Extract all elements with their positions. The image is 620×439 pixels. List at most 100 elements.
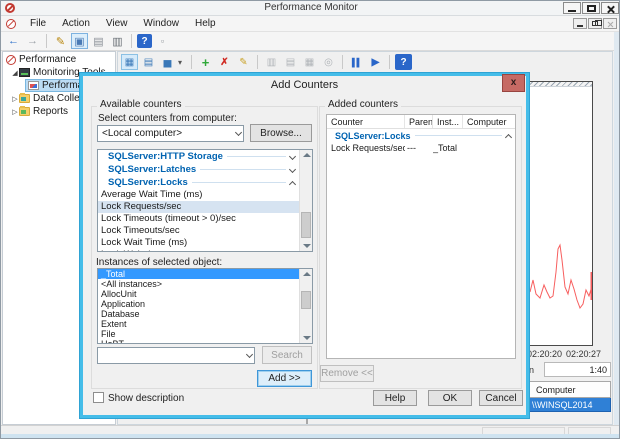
view-current-activity-icon[interactable]: ▦ (121, 54, 138, 70)
dropdown-arrow-icon[interactable]: ▾ (178, 58, 186, 67)
collapsed-triangle-icon[interactable]: ▷ (11, 108, 19, 116)
counter-group-label: SQLServer:Latches (108, 164, 197, 175)
toolbar-separator (131, 34, 132, 48)
toolbar-separator (46, 34, 47, 48)
search-button[interactable]: Search (262, 346, 312, 364)
legend-computer-header[interactable]: Computer (527, 381, 611, 398)
scrollbar-thumb[interactable] (301, 212, 311, 238)
update-data-icon[interactable]: ▶ (367, 54, 384, 70)
scroll-down-icon[interactable] (303, 336, 311, 340)
instance-item[interactable]: HoBT (98, 339, 299, 343)
add-button[interactable]: Add >> (257, 370, 312, 387)
counter-item[interactable]: Average Wait Time (ms) (98, 189, 299, 201)
available-counters-label: Available counters (97, 99, 185, 110)
menu-help[interactable]: Help (187, 16, 224, 31)
counter-item[interactable]: Lock Wait Time (ms) (98, 237, 299, 249)
perfmon-node-icon (6, 54, 16, 65)
tree-item-reports[interactable]: Reports (33, 106, 68, 117)
scroll-up-icon[interactable] (303, 153, 311, 157)
zoom-icon[interactable]: ◎ (320, 54, 337, 70)
change-graph-type-icon[interactable]: ▅ (159, 54, 176, 70)
instances-listbox[interactable]: _Total <All instances> AllocUnit Applica… (97, 268, 313, 344)
maximize-button[interactable] (582, 2, 600, 14)
counter-group-row[interactable]: SQLServer:HTTP Storage (98, 150, 299, 163)
view-log-data-icon[interactable]: ▤ (140, 54, 157, 70)
instance-item[interactable]: <All instances> (98, 279, 299, 289)
export-icon[interactable]: ✎ (52, 33, 69, 49)
column-counter[interactable]: Counter (327, 115, 405, 128)
help-button[interactable]: Help (373, 390, 417, 406)
counters-scrollbar[interactable] (299, 150, 312, 251)
show-console-tree-icon[interactable]: ▣ (71, 33, 88, 49)
tree-item-performance[interactable]: Performance (19, 54, 76, 65)
counter-line (529, 243, 594, 310)
scroll-up-icon[interactable] (303, 272, 311, 276)
column-instance[interactable]: Inst... (433, 115, 463, 128)
close-button[interactable] (601, 2, 619, 14)
freeze-display-icon[interactable]: ▌▌ (348, 54, 365, 70)
select-computer-label: Select counters from computer: (98, 113, 237, 124)
added-counter-row[interactable]: Lock Requests/sec --- _Total (327, 142, 515, 155)
menu-action[interactable]: Action (54, 16, 98, 31)
instance-item[interactable]: Database (98, 309, 299, 319)
added-group-row[interactable]: SQLServer:Locks (327, 129, 515, 142)
instance-item-selected[interactable]: _Total (98, 269, 299, 279)
menu-file[interactable]: File (22, 16, 54, 31)
show-description-checkbox[interactable] (93, 392, 104, 403)
back-icon[interactable]: ← (5, 33, 22, 49)
mdi-minimize-button[interactable] (573, 18, 587, 29)
collapsed-triangle-icon[interactable]: ▷ (11, 95, 19, 103)
computer-combobox[interactable]: <Local computer> (97, 125, 244, 142)
console-logo-icon (6, 18, 16, 29)
counter-item[interactable]: Lock Timeouts/sec (98, 225, 299, 237)
expanded-triangle-icon[interactable]: ◢ (11, 69, 19, 77)
counter-item[interactable]: Lock Waits/sec (98, 249, 299, 251)
counters-listbox[interactable]: SQLServer:HTTP Storage SQLServer:Latches… (97, 149, 313, 252)
chevron-down-icon[interactable] (288, 152, 297, 161)
cell-instance: _Total (433, 143, 458, 153)
mdi-close-button[interactable] (603, 18, 617, 29)
minimize-button[interactable] (563, 2, 581, 14)
instance-item[interactable]: File (98, 329, 299, 339)
instances-scrollbar[interactable] (299, 269, 312, 343)
instance-item[interactable]: AllocUnit (98, 289, 299, 299)
time-axis-label: 02:20:20 (527, 349, 563, 359)
scroll-down-icon[interactable] (303, 244, 311, 248)
legend-selected-row[interactable]: \\WINSQL2014 (527, 398, 611, 412)
new-window-icon[interactable]: ▫ (154, 33, 171, 49)
menu-window[interactable]: Window (135, 16, 187, 31)
chevron-up-icon[interactable] (504, 133, 513, 142)
window-list-icon[interactable]: ▤ (90, 33, 107, 49)
delete-counter-icon[interactable]: ✗ (216, 54, 233, 70)
paste-counter-list-icon[interactable]: ▤ (282, 54, 299, 70)
added-counters-table[interactable]: Counter Parent Inst... Computer SQLServe… (326, 114, 516, 359)
instance-item[interactable]: Extent (98, 319, 299, 329)
ok-button[interactable]: OK (428, 390, 472, 406)
menu-view[interactable]: View (98, 16, 136, 31)
highlight-icon[interactable]: ✎ (235, 54, 252, 70)
column-computer[interactable]: Computer (463, 115, 515, 128)
cancel-button[interactable]: Cancel (479, 390, 523, 406)
instance-item[interactable]: Application (98, 299, 299, 309)
print-icon[interactable]: ▥ (109, 33, 126, 49)
help-icon[interactable]: ? (137, 34, 152, 48)
remove-button[interactable]: Remove << (320, 365, 374, 382)
properties-icon[interactable]: ▦ (301, 54, 318, 70)
counter-group-row[interactable]: SQLServer:Latches (98, 163, 299, 176)
column-parent[interactable]: Parent (405, 115, 433, 128)
counter-group-row[interactable]: SQLServer:Locks (98, 176, 299, 189)
chevron-down-icon[interactable] (288, 165, 297, 174)
copy-properties-icon[interactable]: ▥ (263, 54, 280, 70)
browse-button[interactable]: Browse... (250, 124, 312, 142)
chevron-up-icon[interactable] (288, 180, 297, 189)
scrollbar-thumb[interactable] (301, 291, 311, 309)
instance-search-input[interactable] (97, 347, 255, 364)
menu-bar: File Action View Window Help (1, 16, 619, 32)
mdi-restore-button[interactable] (588, 18, 602, 29)
add-counter-icon[interactable]: + (197, 54, 214, 70)
counter-item[interactable]: Lock Timeouts (timeout > 0)/sec (98, 213, 299, 225)
help-icon[interactable]: ? (395, 54, 412, 70)
counter-item-selected[interactable]: Lock Requests/sec (98, 201, 299, 213)
dialog-close-button[interactable]: x (502, 74, 525, 92)
forward-icon[interactable]: → (24, 33, 41, 49)
